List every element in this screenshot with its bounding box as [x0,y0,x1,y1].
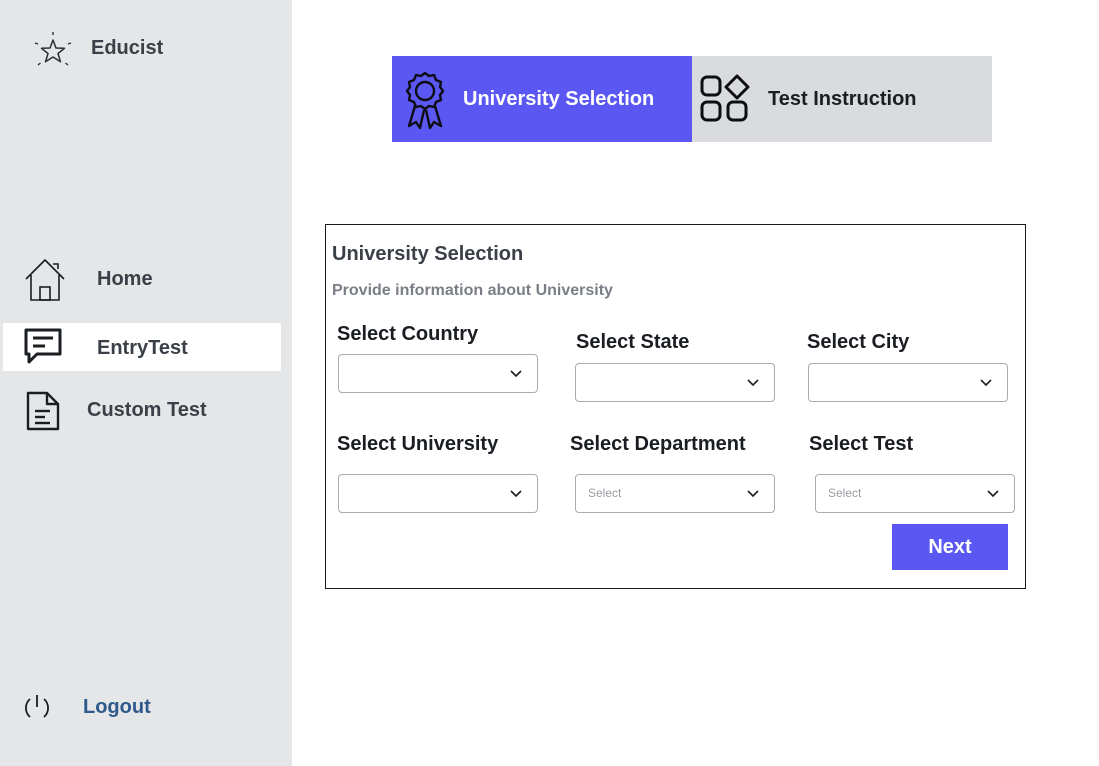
chevron-down-icon [980,379,992,387]
grid-icon [699,74,751,129]
sidebar-item-home[interactable]: Home [3,255,281,303]
sidebar-item-label: EntryTest [97,337,188,359]
badge-icon [400,70,450,135]
city-label: Select City [807,331,910,353]
test-select[interactable]: Select [815,474,1015,513]
power-icon [21,694,53,727]
card-title: University Selection [332,243,524,265]
chevron-down-icon [510,490,522,498]
chevron-down-icon [747,379,759,387]
brand-name: Educist [91,37,164,59]
state-select[interactable] [575,363,775,402]
university-selection-card: University Selection Provide information… [325,224,1026,589]
country-select[interactable] [338,354,538,393]
sidebar-item-label: Home [97,268,153,290]
department-label: Select Department [570,433,746,455]
chevron-down-icon [987,490,999,498]
step-label: Test Instruction [768,88,917,110]
logout-button[interactable]: Logout [0,688,292,728]
test-label: Select Test [809,433,914,455]
select-value: Select [588,486,622,500]
chevron-down-icon [747,490,759,498]
state-label: Select State [576,331,690,353]
step-university-selection[interactable]: University Selection [392,56,692,142]
sidebar-item-label: Custom Test [87,399,207,421]
step-label: University Selection [463,88,655,110]
next-button[interactable]: Next [892,524,1008,570]
star-icon [32,30,74,77]
logout-label: Logout [83,696,151,718]
stepper: University Selection Test Instruction [392,56,992,142]
sidebar-item-custom-test[interactable]: Custom Test [3,385,281,433]
step-test-instruction[interactable]: Test Instruction [692,56,992,142]
sidebar-item-entrytest[interactable]: EntryTest [3,323,281,371]
message-icon [23,327,63,372]
country-label: Select Country [337,323,479,345]
brand[interactable]: Educist [32,30,163,77]
university-select[interactable] [338,474,538,513]
card-subtitle: Provide information about University [332,282,613,299]
document-icon [25,391,61,436]
department-select[interactable]: Select [575,474,775,513]
sidebar: Educist Home EntryTest Custom Test Logou… [0,0,292,766]
city-select[interactable] [808,363,1008,402]
university-label: Select University [337,433,499,455]
chevron-down-icon [510,370,522,378]
home-icon [22,255,68,308]
select-value: Select [828,486,862,500]
